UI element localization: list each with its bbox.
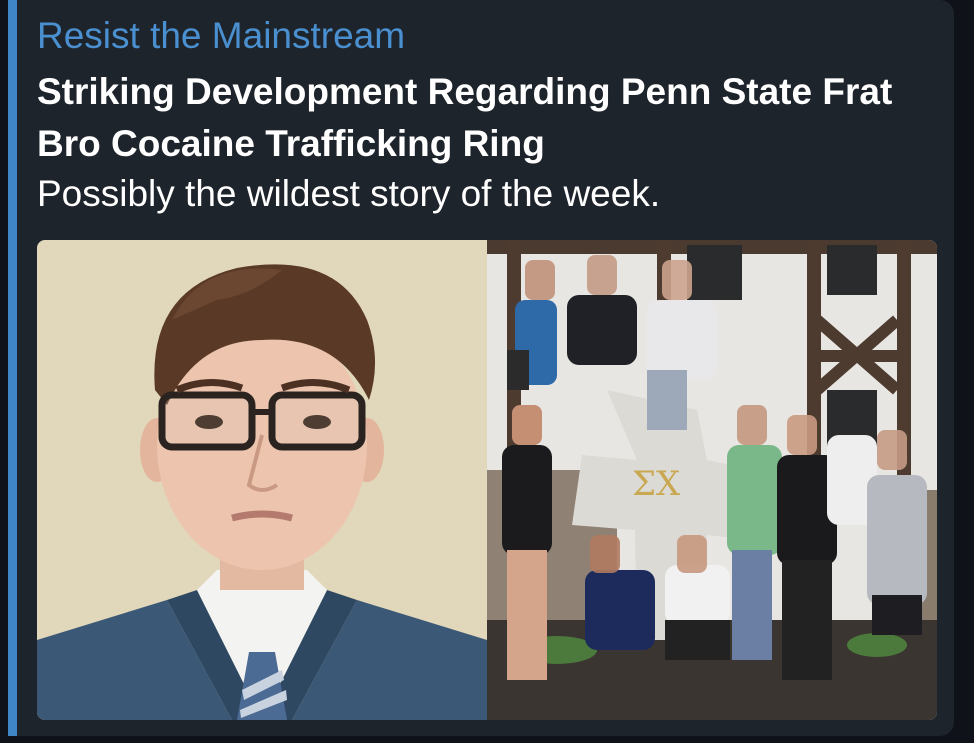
preview-description: Possibly the wildest story of the week. (37, 173, 661, 214)
sigma-chi-sign: ΣΧ (632, 464, 681, 504)
preview-title: Striking Development Regarding Penn Stat… (37, 71, 893, 164)
mugshot-photo (37, 240, 487, 720)
group-photo: ΣΧ (487, 240, 937, 720)
preview-accent-bar (8, 0, 17, 736)
preview-source-name[interactable]: Resist the Mainstream (37, 14, 405, 58)
link-preview-card[interactable]: Resist the Mainstream Striking Developme… (8, 0, 954, 736)
preview-image[interactable]: ΣΧ (37, 240, 937, 720)
